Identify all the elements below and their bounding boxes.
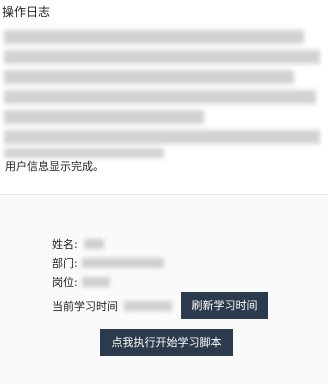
- name-value-masked: [84, 239, 104, 249]
- redacted-log-block: [4, 70, 294, 84]
- redacted-log-block: [4, 50, 320, 64]
- position-label: 岗位:: [52, 276, 78, 289]
- study-time-value-masked: [124, 301, 172, 311]
- study-time-label: 当前学习时间: [52, 300, 118, 313]
- redacted-log-block: [4, 110, 204, 124]
- redacted-log-block: [4, 90, 316, 104]
- department-value-masked: [82, 258, 164, 268]
- operation-log-panel: 操作日志 用户信息显示完成。: [0, 0, 328, 195]
- name-label: 姓名:: [52, 238, 78, 251]
- department-label: 部门:: [52, 257, 78, 270]
- redacted-log-block: [4, 130, 320, 144]
- start-study-script-button[interactable]: 点我执行开始学习脚本: [100, 329, 233, 356]
- user-info-panel: 姓名: 部门: 岗位: 当前学习时间 刷新学习时间 点我执行开始学习脚本: [0, 195, 328, 384]
- log-title: 操作日志: [2, 5, 51, 19]
- position-value-masked: [82, 277, 110, 287]
- log-line-user-info-done: 用户信息显示完成。: [5, 160, 104, 173]
- redacted-log-block: [4, 148, 164, 158]
- refresh-study-time-button[interactable]: 刷新学习时间: [181, 292, 268, 319]
- log-content: [0, 24, 328, 164]
- redacted-log-block: [4, 30, 304, 44]
